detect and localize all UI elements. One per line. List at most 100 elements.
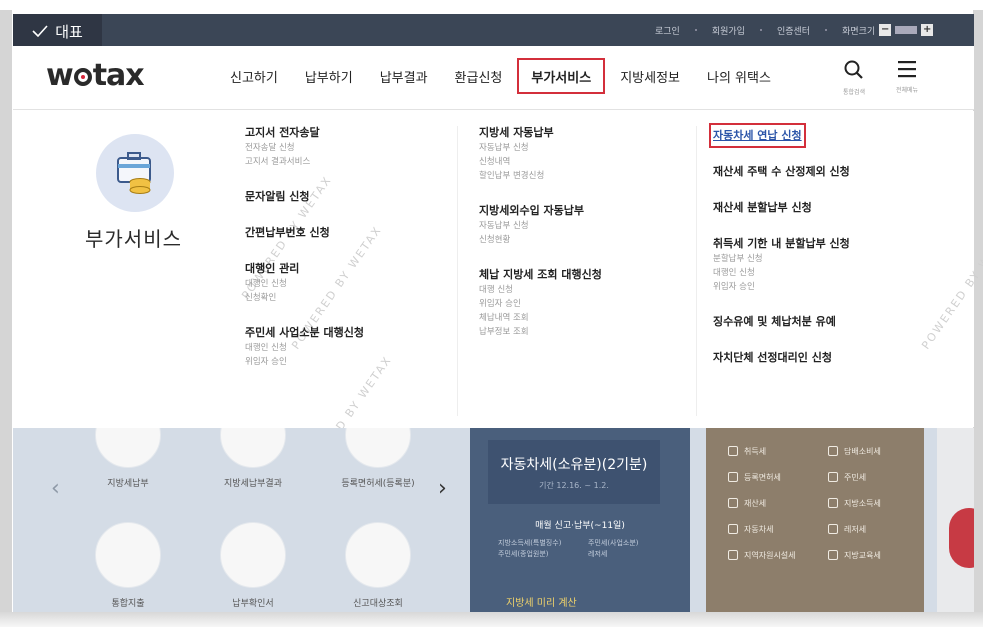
menu-group-title[interactable]: 지방세외수입 자동납부 bbox=[479, 202, 602, 219]
nav-pay[interactable]: 납부하기 bbox=[293, 58, 365, 94]
menu-group-title[interactable]: 재산세 주택 수 산정제외 신청 bbox=[713, 163, 850, 180]
menu-subitem[interactable]: 대행인 신청 bbox=[245, 341, 364, 355]
cert-center-link[interactable]: 인증센터 bbox=[777, 24, 810, 37]
search-button[interactable]: 통합검색 bbox=[836, 60, 872, 100]
nav-my-wetax[interactable]: 나의 위택스 bbox=[695, 58, 783, 94]
nav-report[interactable]: 신고하기 bbox=[218, 58, 290, 94]
menu-group: 대행인 관리 대행인 신청 신청확인 bbox=[245, 260, 364, 305]
tax-type-item[interactable]: 등록면허세 bbox=[728, 470, 828, 484]
tax-schedule-box[interactable]: 자동차세(소유분)(2기분) 기간 12.16. ~ 1.2. bbox=[488, 440, 660, 504]
menu-group-title[interactable]: 주민세 사업소분 대행신청 bbox=[245, 324, 364, 341]
monthly-report-left: 지방소득세(특별징수) 주민세(종업원분) bbox=[498, 539, 562, 558]
zoom-control: 화면크기 − + bbox=[842, 24, 934, 37]
menu-column-3: 자동차세 연납 신청 재산세 주택 수 산정제외 신청 재산세 분할납부 신청 … bbox=[709, 123, 850, 385]
menu-subitem[interactable]: 위임자 승인 bbox=[479, 297, 602, 311]
tax-type-item[interactable]: 주민세 bbox=[828, 470, 918, 484]
tax-type-item[interactable]: 취득세 bbox=[728, 444, 828, 458]
tax-type-label: 지역자원시설세 bbox=[744, 550, 796, 560]
menu-subitem[interactable]: 위임자 승인 bbox=[245, 355, 364, 369]
menu-subitem[interactable]: 전자송달 신청 bbox=[245, 141, 364, 155]
tax-icon bbox=[728, 524, 738, 534]
service-label: 지방세납부결과 bbox=[224, 479, 282, 489]
menu-subitem[interactable]: 자동납부 신청 bbox=[479, 219, 602, 233]
tax-calculator-link[interactable]: 지방세 미리 계산 bbox=[506, 594, 577, 609]
service-tile[interactable]: 통합지출 bbox=[73, 522, 183, 609]
menu-group: 지방세 자동납부 자동납부 신청 신청내역 할인납부 변경신청 bbox=[479, 124, 602, 183]
nav-tax-info[interactable]: 지방세정보 bbox=[608, 58, 692, 94]
menu-column-2: 지방세 자동납부 자동납부 신청 신청내역 할인납부 변경신청 지방세외수입 자… bbox=[479, 124, 602, 358]
menu-subitem[interactable]: 자동납부 신청 bbox=[479, 141, 602, 155]
tax-type-list: 취득세 담배소비세 등록면허세 주민세 재산세 지방소득세 자동차세 레저세 지… bbox=[728, 444, 918, 562]
tax-icon bbox=[728, 498, 738, 508]
car-tax-annual-payment-link[interactable]: 자동차세 연납 신청 bbox=[709, 123, 806, 148]
signup-link[interactable]: 회원가입 bbox=[712, 24, 745, 37]
zoom-out-button[interactable]: − bbox=[879, 24, 892, 36]
service-tile[interactable]: 지방세납부결과 bbox=[198, 428, 308, 489]
menu-group: 취득세 기한 내 분할납부 신청 분할납부 신청 대행인 신청 위임자 승인 bbox=[713, 235, 850, 294]
menu-group-title[interactable]: 자치단체 선정대리인 신청 bbox=[713, 349, 850, 366]
tax-type-item[interactable]: 지방소득세 bbox=[828, 496, 918, 510]
menu-subitem[interactable]: 대행인 신청 bbox=[245, 277, 364, 291]
menu-group-title[interactable]: 재산세 분할납부 신청 bbox=[713, 199, 850, 216]
menu-group: 자치단체 선정대리인 신청 bbox=[713, 349, 850, 366]
tax-type-item[interactable]: 담배소비세 bbox=[828, 444, 918, 458]
wetax-logo[interactable]: w tax bbox=[46, 58, 145, 93]
nav-refund[interactable]: 환급신청 bbox=[443, 58, 515, 94]
checkmark-icon bbox=[32, 25, 48, 37]
tax-type-item[interactable]: 레저세 bbox=[828, 522, 918, 536]
menu-subitem[interactable]: 고지서 결과서비스 bbox=[245, 155, 364, 169]
menu-group: 주민세 사업소분 대행신청 대행인 신청 위임자 승인 bbox=[245, 324, 364, 369]
menu-group-title[interactable]: 취득세 기한 내 분할납부 신청 bbox=[713, 235, 850, 252]
service-tile[interactable]: 신고대상조회 bbox=[323, 522, 433, 609]
tax-icon bbox=[828, 472, 838, 482]
tax-type-label: 등록면허세 bbox=[744, 472, 781, 482]
tax-type-item[interactable]: 자동차세 bbox=[728, 522, 828, 536]
tax-icon bbox=[728, 550, 738, 560]
menu-subitem[interactable]: 신청내역 bbox=[479, 155, 602, 169]
frame-border-left bbox=[0, 10, 12, 615]
carousel-prev-arrow-icon[interactable]: ‹ bbox=[51, 476, 60, 501]
side-banner-pill[interactable] bbox=[949, 508, 974, 568]
menu-group-title[interactable]: 간편납부번호 신청 bbox=[245, 224, 364, 241]
menu-subitem[interactable]: 분할납부 신청 bbox=[713, 252, 850, 266]
menu-subitem[interactable]: 신청현황 bbox=[479, 233, 602, 247]
nav-pay-result[interactable]: 납부결과 bbox=[368, 58, 440, 94]
menu-subitem[interactable]: 납부정보 조회 bbox=[479, 325, 602, 339]
service-tile[interactable]: 납부확인서 bbox=[198, 522, 308, 609]
tax-type-item[interactable]: 지역자원시설세 bbox=[728, 548, 828, 562]
menu-group-title[interactable]: 징수유예 및 체납처분 유예 bbox=[713, 313, 850, 330]
service-tile[interactable]: 지방세납부 bbox=[73, 428, 183, 489]
menu-group-title[interactable]: 대행인 관리 bbox=[245, 260, 364, 277]
menu-subitem[interactable]: 체납내역 조회 bbox=[479, 311, 602, 325]
service-label: 통합지출 bbox=[111, 599, 145, 609]
tax-type-item[interactable]: 재산세 bbox=[728, 496, 828, 510]
zoom-in-button[interactable]: + bbox=[921, 24, 934, 36]
service-label: 납부확인서 bbox=[232, 599, 274, 609]
menu-group: 문자알림 신청 bbox=[245, 188, 364, 205]
column-divider bbox=[696, 126, 697, 416]
login-link[interactable]: 로그인 bbox=[655, 24, 680, 37]
carousel-next-arrow-icon[interactable]: › bbox=[438, 476, 447, 501]
separator-dot bbox=[694, 29, 697, 31]
nav-extra-services[interactable]: 부가서비스 bbox=[517, 58, 606, 94]
menu-subitem[interactable]: 신청확인 bbox=[245, 291, 364, 305]
service-label: 지방세납부 bbox=[107, 479, 149, 489]
menu-subitem[interactable]: 대행 신청 bbox=[479, 283, 602, 297]
menu-button[interactable]: 전체메뉴 bbox=[889, 60, 925, 100]
menu-group-title[interactable]: 고지서 전자송달 bbox=[245, 124, 364, 141]
service-tile[interactable]: 등록면허세(등록분) bbox=[323, 428, 433, 489]
monthly-report-title: 매월 신고·납부(~11일) bbox=[535, 521, 625, 531]
tax-type-item[interactable]: 지방교육세 bbox=[828, 548, 918, 562]
menu-subitem[interactable]: 할인납부 변경신청 bbox=[479, 169, 602, 183]
briefcase-coins-icon bbox=[117, 152, 151, 194]
tax-schedule-date: 기간 12.16. ~ 1.2. bbox=[539, 481, 609, 490]
menu-group-title[interactable]: 체납 지방세 조회 대행신청 bbox=[479, 266, 602, 283]
column-divider bbox=[457, 126, 458, 416]
money-bag-icon bbox=[95, 522, 161, 588]
menu-group-title[interactable]: 문자알림 신청 bbox=[245, 188, 364, 205]
watermark-text: POWERED BY WETAX bbox=[919, 223, 983, 352]
magnifier-icon bbox=[345, 522, 411, 588]
menu-subitem[interactable]: 대행인 신청 bbox=[713, 266, 850, 280]
menu-group-title[interactable]: 지방세 자동납부 bbox=[479, 124, 602, 141]
menu-subitem[interactable]: 위임자 승인 bbox=[713, 280, 850, 294]
